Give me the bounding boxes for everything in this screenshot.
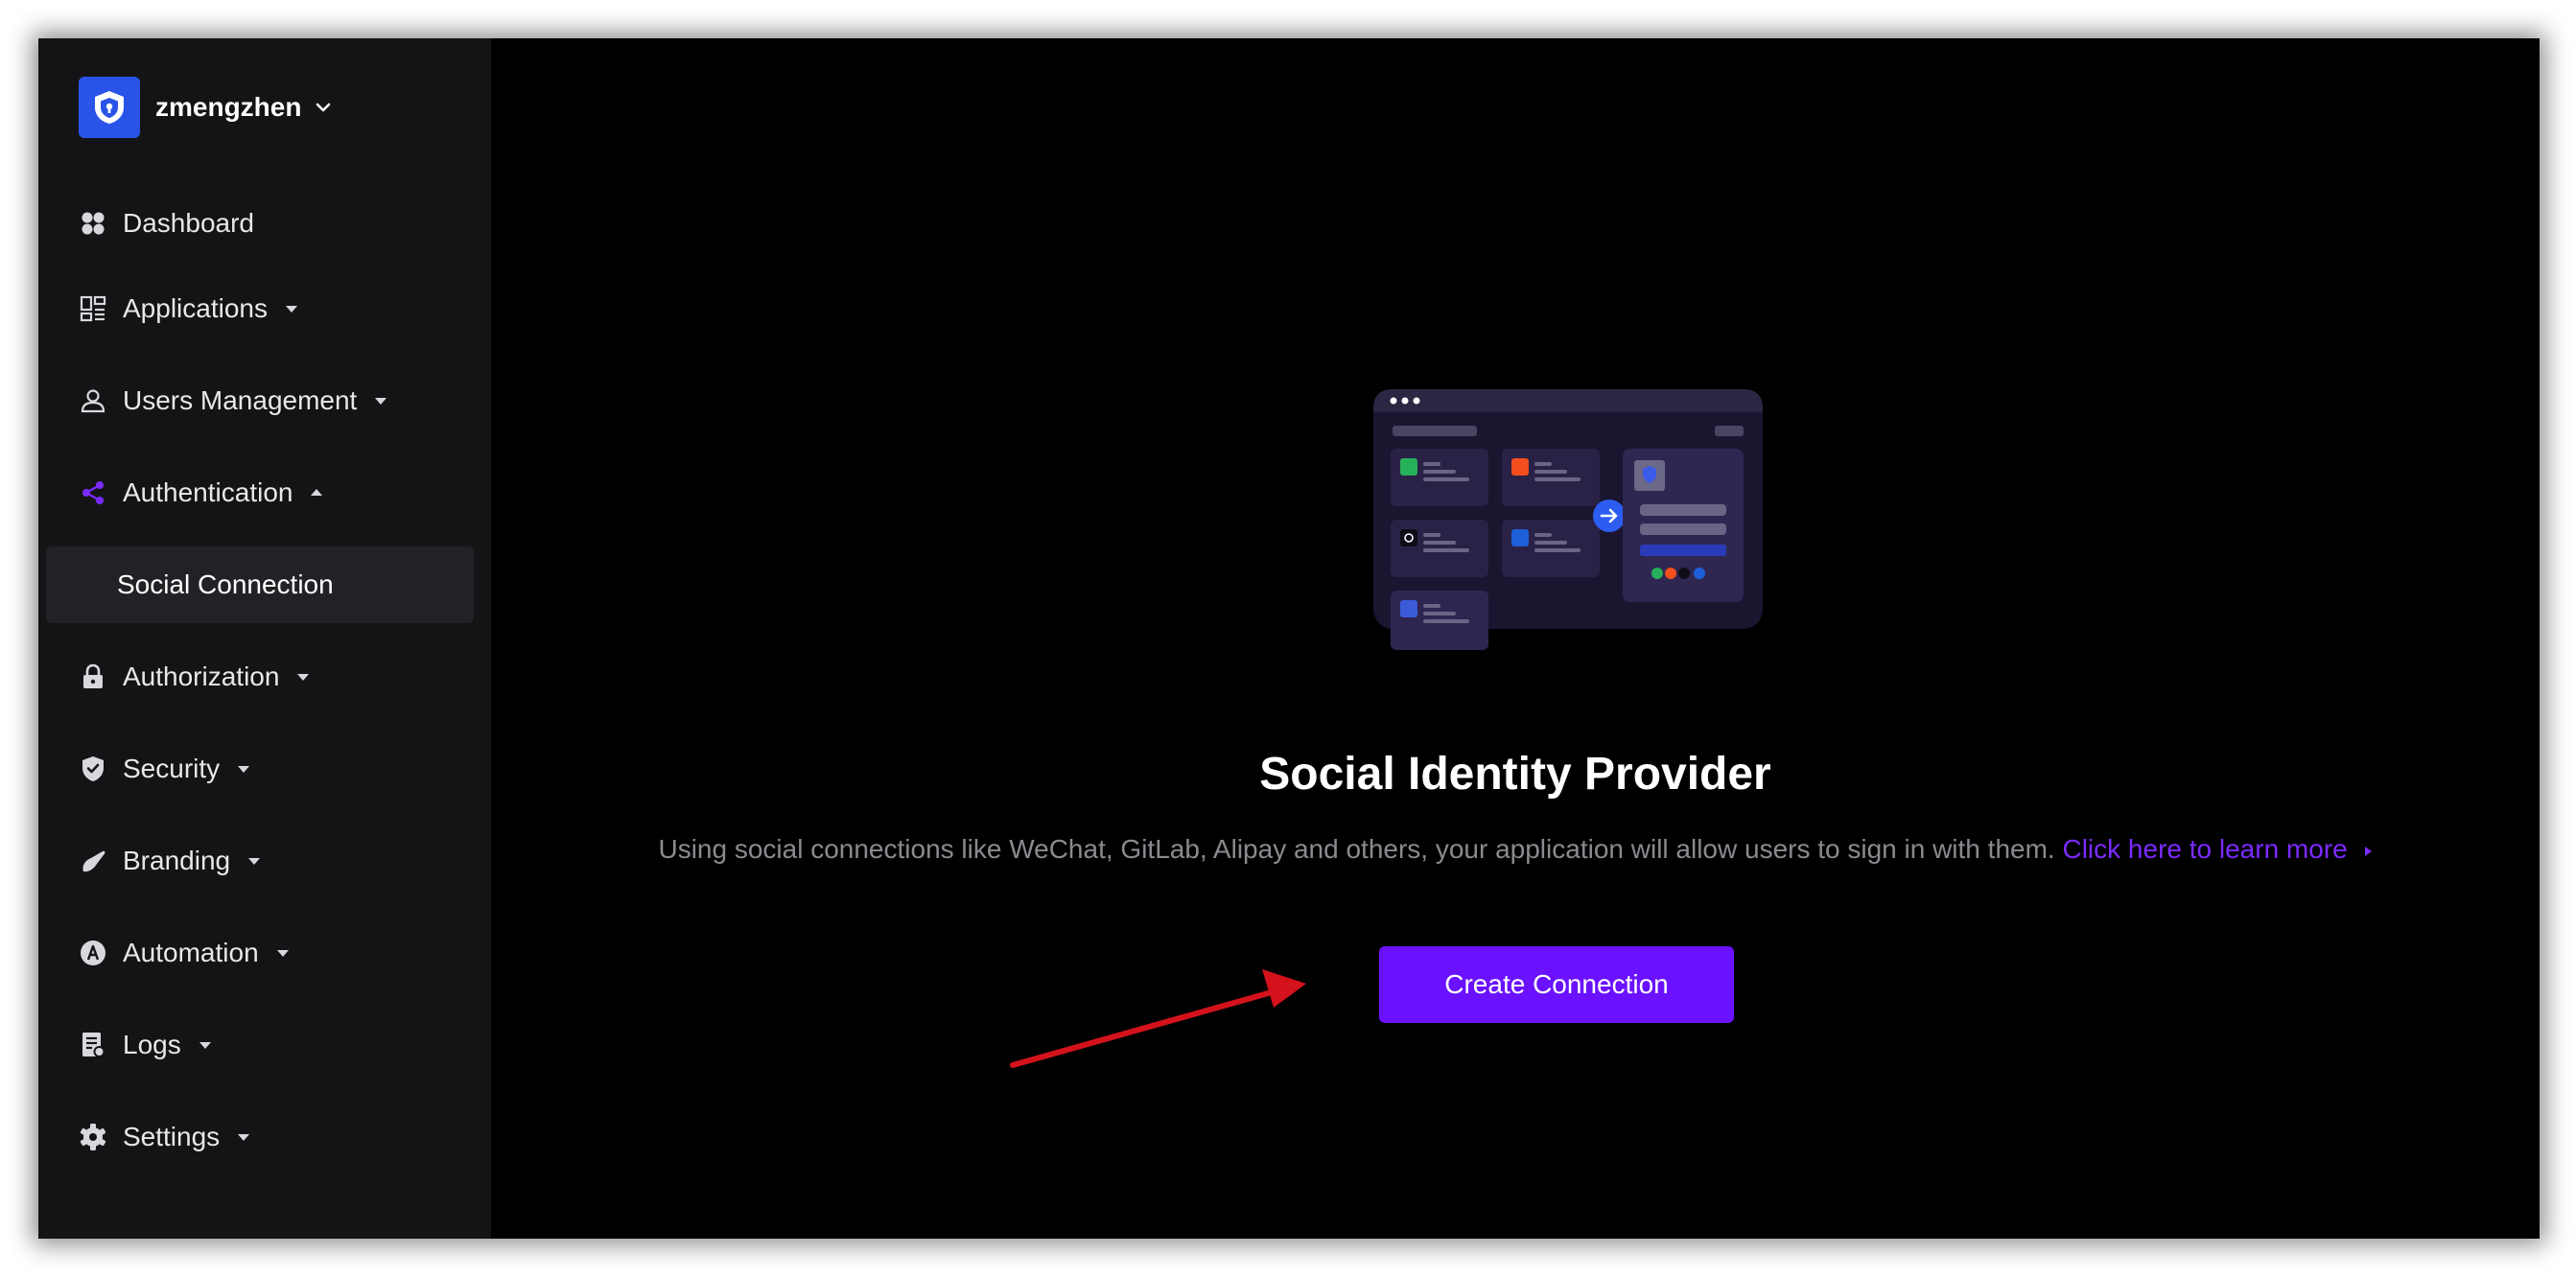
sidebar-subitem-social-connection[interactable]: Social Connection (46, 546, 474, 623)
facebook-icon (1511, 529, 1529, 546)
caret-down-icon (237, 764, 250, 774)
sidebar-item-branding[interactable]: Branding (79, 834, 261, 888)
main-content: Social Identity Provider Using social co… (491, 38, 2540, 1239)
caret-down-icon (374, 396, 387, 406)
learn-more-link[interactable]: Click here to learn more (2062, 834, 2372, 864)
sidebar-item-dashboard[interactable]: Dashboard (79, 197, 254, 250)
sidebar-item-label: Security (123, 754, 221, 783)
sidebar-item-authorization[interactable]: Authorization (79, 650, 310, 704)
github-icon (1400, 529, 1417, 546)
create-connection-button[interactable]: Create Connection (1379, 946, 1734, 1023)
sidebar-item-label: Authentication (123, 477, 293, 507)
caret-up-icon (310, 488, 323, 498)
caret-down-icon (296, 672, 310, 682)
org-switcher[interactable]: zmengzhen (79, 77, 332, 138)
sidebar-item-label: Settings (123, 1122, 221, 1151)
chevron-down-icon (315, 102, 332, 113)
sidebar-item-settings[interactable]: Settings (79, 1110, 250, 1164)
shield-icon (95, 91, 124, 124)
app-window: zmengzhen Dashboard Applications Users M… (38, 38, 2540, 1239)
brush-icon (79, 847, 107, 875)
dashboard-icon (79, 209, 107, 238)
sidebar-item-applications[interactable]: Applications (79, 282, 298, 336)
lock-icon (79, 662, 107, 691)
social-connection-illustration (1373, 389, 1763, 650)
sidebar: zmengzhen Dashboard Applications Users M… (38, 38, 491, 1239)
sidebar-item-authentication[interactable]: Authentication (79, 466, 323, 520)
sidebar-item-security[interactable]: Security (79, 742, 250, 796)
sidebar-item-logs[interactable]: Logs (79, 1018, 212, 1072)
sidebar-item-label: Dashboard (123, 208, 254, 238)
sidebar-item-label: Automation (123, 938, 259, 967)
description-text: Using social connections like WeChat, Gi… (658, 834, 2055, 864)
automation-icon (79, 939, 107, 967)
page-title: Social Identity Provider (1259, 749, 1771, 800)
sidebar-item-automation[interactable]: Automation (79, 926, 290, 980)
sidebar-item-label: Logs (123, 1030, 181, 1059)
wechat-icon (1400, 458, 1417, 476)
caret-down-icon (247, 856, 261, 866)
sidebar-item-label: Users Management (123, 385, 358, 415)
caret-down-icon (199, 1040, 212, 1050)
user-icon (79, 386, 107, 415)
sidebar-item-label: Branding (123, 846, 231, 875)
gear-icon (79, 1123, 107, 1151)
logs-icon (79, 1031, 107, 1059)
linkedin-icon (1400, 600, 1417, 617)
shield-icon (79, 755, 107, 783)
sidebar-item-users-management[interactable]: Users Management (79, 374, 387, 428)
sidebar-subitem-label: Social Connection (117, 569, 334, 599)
sidebar-item-label: Applications (123, 293, 268, 323)
caret-down-icon (237, 1132, 250, 1142)
caret-down-icon (285, 304, 298, 313)
page-description: Using social connections like WeChat, Gi… (491, 834, 2540, 865)
org-logo (79, 77, 140, 138)
sidebar-item-label: Authorization (123, 662, 280, 691)
gitlab-icon (1511, 458, 1529, 476)
learn-more-label: Click here to learn more (2062, 834, 2348, 864)
org-name: zmengzhen (155, 92, 302, 122)
share-icon (79, 478, 107, 507)
applications-icon (79, 294, 107, 323)
caret-down-icon (276, 948, 290, 958)
caret-right-icon (2364, 847, 2372, 856)
